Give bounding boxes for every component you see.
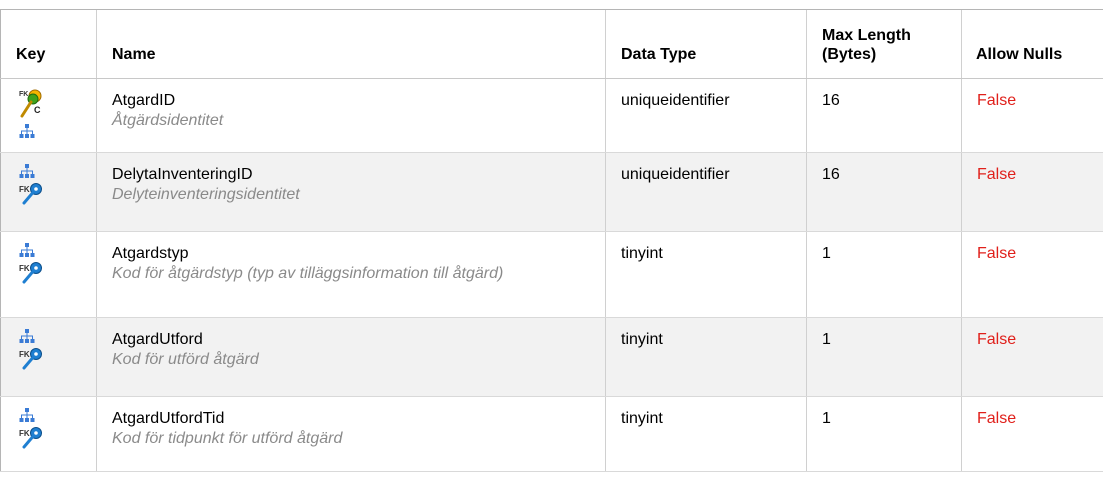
columns-table: Key Name Data Type Max Length (Bytes) All… — [0, 9, 1103, 472]
data-type-cell: tinyint — [605, 396, 807, 472]
key-cell: FK C — [0, 78, 97, 153]
table-header-row: Key Name Data Type Max Length (Bytes) All… — [0, 9, 1103, 79]
relationship-icon — [19, 243, 35, 257]
max-length-cell: 1 — [806, 231, 962, 318]
foreign-key-icon: FK — [19, 427, 42, 449]
primary-key-icon: FK C — [19, 89, 42, 118]
column-name: AtgardUtfordTid — [112, 410, 225, 427]
foreign-key-icon: FK — [19, 348, 42, 370]
relationship-icon — [19, 408, 35, 422]
relationship-icon — [19, 329, 35, 343]
key-cell: FK — [0, 396, 97, 472]
column-name: DelytaInventeringID — [112, 166, 253, 183]
column-description: Delyteinventeringsidentitet — [112, 186, 300, 203]
allow-nulls-cell: False — [961, 317, 1103, 397]
svg-text:FK: FK — [19, 429, 30, 438]
max-length-cell: 16 — [806, 78, 962, 153]
allow-nulls-cell: False — [961, 78, 1103, 153]
header-max-length-line2: (Bytes) — [822, 46, 877, 63]
name-cell: AtgardUtfordTid Kod för tidpunkt för utf… — [96, 396, 606, 472]
max-length-cell: 1 — [806, 396, 962, 472]
key-cell: FK — [0, 317, 97, 397]
key-cell: FK — [0, 152, 97, 232]
svg-text:FK: FK — [19, 264, 30, 273]
columns-table-container: Key Name Data Type Max Length (Bytes) All… — [0, 9, 1103, 472]
relationship-icon — [19, 124, 35, 138]
foreign-key-icon: FK — [19, 262, 42, 284]
allow-nulls-cell: False — [961, 231, 1103, 318]
name-cell: AtgardUtford Kod för utförd åtgärd — [96, 317, 606, 397]
svg-text:FK: FK — [19, 91, 28, 98]
name-cell: Atgardstyp Kod för åtgärdstyp (typ av ti… — [96, 231, 606, 318]
column-description: Kod för tidpunkt för utförd åtgärd — [112, 430, 343, 447]
relationship-icon — [19, 164, 35, 178]
column-name: AtgardID — [112, 92, 176, 109]
column-name: Atgardstyp — [112, 245, 189, 262]
max-length-cell: 16 — [806, 152, 962, 232]
header-allow-nulls[interactable]: Allow Nulls — [961, 9, 1103, 79]
header-key[interactable]: Key — [0, 9, 97, 79]
column-description: Åtgärdsidentitet — [112, 112, 224, 129]
column-description: Kod för utförd åtgärd — [112, 351, 259, 368]
svg-text:FK: FK — [19, 350, 30, 359]
data-type-cell: tinyint — [605, 317, 807, 397]
data-type-cell: uniqueidentifier — [605, 152, 807, 232]
allow-nulls-cell: False — [961, 152, 1103, 232]
max-length-cell: 1 — [806, 317, 962, 397]
header-max-length[interactable]: Max Length (Bytes) — [806, 9, 962, 79]
allow-nulls-cell: False — [961, 396, 1103, 472]
header-data-type[interactable]: Data Type — [605, 9, 807, 79]
svg-text:FK: FK — [19, 185, 30, 194]
column-description: Kod för åtgärdstyp (typ av tilläggsinfor… — [112, 265, 504, 282]
data-type-cell: tinyint — [605, 231, 807, 318]
name-cell: AtgardID Åtgärdsidentitet — [96, 78, 606, 153]
header-max-length-line1: Max Length — [822, 27, 911, 44]
foreign-key-icon: FK — [19, 183, 42, 205]
header-name[interactable]: Name — [96, 9, 606, 79]
key-cell: FK — [0, 231, 97, 318]
table-row[interactable]: FK AtgardUtford Kod för utförd åtgärd ti… — [0, 317, 1103, 397]
table-row[interactable]: FK DelytaInventeringID Delyteinventering… — [0, 152, 1103, 232]
table-row[interactable]: FK AtgardUtfordTid Kod för tidpunkt för … — [0, 396, 1103, 472]
column-name: AtgardUtford — [112, 331, 203, 348]
name-cell: DelytaInventeringID Delyteinventeringsid… — [96, 152, 606, 232]
table-row[interactable]: FK Atgardstyp Kod för åtgärdstyp (typ av… — [0, 231, 1103, 318]
table-row[interactable]: FK C AtgardID Åtgärdsidentitet uniqueide… — [0, 78, 1103, 153]
data-type-cell: uniqueidentifier — [605, 78, 807, 153]
svg-text:C: C — [34, 105, 41, 115]
